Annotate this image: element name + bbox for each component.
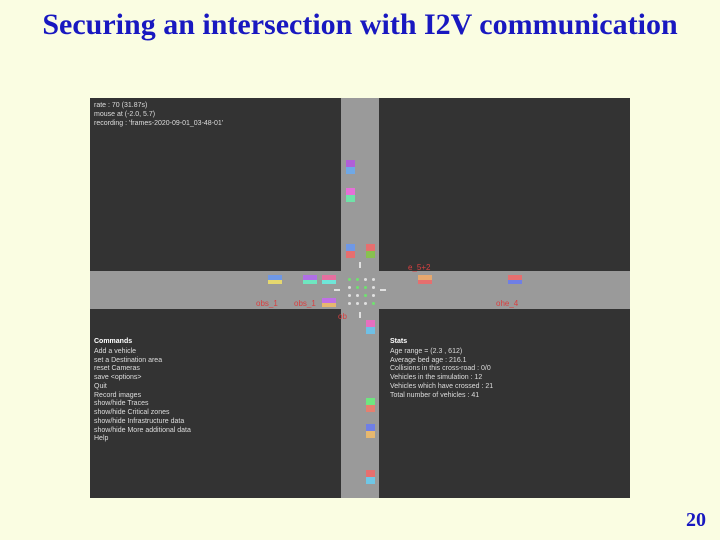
obs-label: ohe_4 xyxy=(496,299,518,309)
vehicle xyxy=(322,298,336,307)
command-item: set a Destination area xyxy=(94,357,191,366)
obs-label: e_5+2 xyxy=(408,263,430,273)
vehicle xyxy=(418,275,432,284)
command-item: Quit xyxy=(94,383,191,392)
info-line: mouse at (-2.0, 5.7) xyxy=(94,111,223,120)
road-vertical xyxy=(341,98,379,498)
commands-header: Commands xyxy=(94,338,191,347)
command-item: show/hide Critical zones xyxy=(94,409,191,418)
vehicle xyxy=(346,244,355,258)
stat-item: Age range = (2.3 , 612) xyxy=(390,348,493,357)
signal-dot xyxy=(356,278,359,281)
command-item: show/hide Traces xyxy=(94,400,191,409)
vehicle xyxy=(366,470,375,484)
signal-dot xyxy=(372,302,375,305)
obs-label: ob xyxy=(338,312,347,322)
stat-item: Average bed age : 216.1 xyxy=(390,357,493,366)
command-item: Help xyxy=(94,435,191,444)
signal-dot xyxy=(372,294,375,297)
vehicle xyxy=(322,275,336,284)
signal-dot xyxy=(356,294,359,297)
signal-dot xyxy=(364,278,367,281)
stat-item: Vehicles which have crossed : 21 xyxy=(390,383,493,392)
vehicle xyxy=(366,424,375,438)
signal-dot xyxy=(356,286,359,289)
signal-dot xyxy=(348,278,351,281)
stat-item: Total number of vehicles : 41 xyxy=(390,392,493,401)
lane-marker xyxy=(334,289,340,291)
obs-label: obs_1 xyxy=(294,299,316,309)
info-line: rate : 70 (31.87s) xyxy=(94,102,223,111)
slide-title: Securing an intersection with I2V commun… xyxy=(0,0,720,43)
vehicle xyxy=(366,244,375,258)
stats-header: Stats xyxy=(390,338,493,347)
vehicle xyxy=(366,398,375,412)
command-item: Add a vehicle xyxy=(94,348,191,357)
stats-panel: Stats Age range = (2.3 , 612) Average be… xyxy=(390,338,493,400)
lane-marker xyxy=(359,312,361,318)
vehicle xyxy=(346,188,355,202)
vehicle xyxy=(346,160,355,174)
simulation-window: obs_1 obs_1 ob e_5+2 ohe_4 rate : 70 (31… xyxy=(90,98,630,498)
command-item: save <options> xyxy=(94,374,191,383)
stat-item: Vehicles in the simulation : 12 xyxy=(390,374,493,383)
sim-info: rate : 70 (31.87s) mouse at (-2.0, 5.7) … xyxy=(94,102,223,128)
info-line: recording : 'frames-2020-09-01_03-48-01' xyxy=(94,120,223,129)
page-number: 20 xyxy=(686,509,706,532)
command-item: Record images xyxy=(94,392,191,401)
vehicle xyxy=(508,275,522,284)
lane-marker xyxy=(359,262,361,268)
signal-dot xyxy=(348,302,351,305)
signal-dot xyxy=(356,302,359,305)
command-item: show/hide More additional data xyxy=(94,427,191,436)
signal-dot xyxy=(364,302,367,305)
obs-label: obs_1 xyxy=(256,299,278,309)
command-item: show/hide Infrastructure data xyxy=(94,418,191,427)
signal-dot xyxy=(372,286,375,289)
signal-dot xyxy=(348,286,351,289)
signal-dot xyxy=(372,278,375,281)
signal-dot xyxy=(348,294,351,297)
stat-item: Collisions in this cross-road : 0/0 xyxy=(390,365,493,374)
commands-panel: Commands Add a vehicle set a Destination… xyxy=(94,338,191,444)
signal-dot xyxy=(364,294,367,297)
vehicle xyxy=(303,275,317,284)
vehicle xyxy=(366,320,375,334)
vehicle xyxy=(268,275,282,284)
command-item: reset Cameras xyxy=(94,365,191,374)
signal-dot xyxy=(364,286,367,289)
lane-marker xyxy=(380,289,386,291)
